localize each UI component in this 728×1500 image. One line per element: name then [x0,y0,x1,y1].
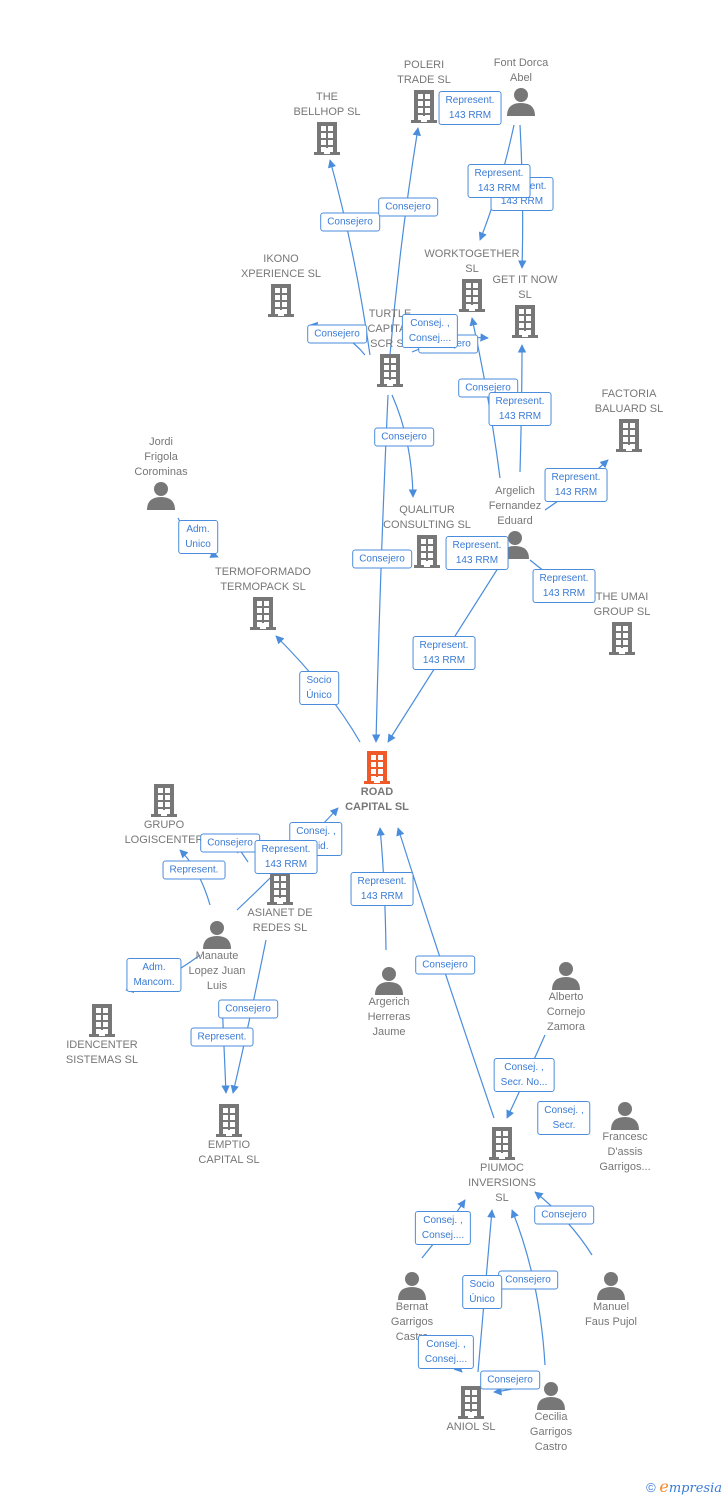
edge-label[interactable]: Represent. 143 RRM [254,840,318,874]
edge-label[interactable]: Consejero [218,999,278,1019]
node-label: PIUMOC INVERSIONS SL [468,1162,536,1204]
edge-label[interactable]: Consej. , Secr. No... [493,1058,555,1092]
node-label: Argerich Herreras Jaume [367,996,411,1038]
node-label: IDENCENTER SISTEMAS SL [65,1039,139,1066]
building-icon [262,120,392,156]
company-node-the[interactable]: THE BELLHOP SL [262,90,392,156]
node-label: FACTORIA BALUARD SL [594,388,664,415]
company-node-idencenter[interactable]: IDENCENTER SISTEMAS SL [37,1002,167,1068]
node-label: Jordi Frigola Corominas [134,436,188,478]
node-label: Font Dorca Abel [493,57,549,84]
node-label: GET IT NOW SL [492,274,558,301]
edge-label[interactable]: Consej. , Consej.... [401,314,459,348]
node-label: THE BELLHOP SL [293,91,361,118]
company-node-get-it-now[interactable]: GET IT NOW SL [460,273,590,339]
person-icon [347,1270,477,1300]
edge-label[interactable]: Consejero [378,197,438,217]
building-icon [557,620,687,656]
building-icon [564,417,694,453]
building-icon [215,870,345,906]
building-icon [460,303,590,339]
person-node-cecilia[interactable]: Cecilia Garrigos Castro [486,1380,616,1455]
node-label: QUALITUR CONSULTING SL [383,504,471,531]
brand-logo: empresia [659,1477,722,1496]
edge-label[interactable]: Consejero [534,1205,594,1225]
building-icon [198,595,328,631]
edge-label[interactable]: Represent. 143 RRM [438,91,502,125]
edge-label[interactable]: Consejero [498,1270,558,1290]
edge-label[interactable]: Consejero [352,549,412,569]
node-label: Francesc D'assis Garrigos... [599,1131,651,1173]
edge-label[interactable]: Represent. [162,860,226,880]
person-node-manuel[interactable]: Manuel Faus Pujol [546,1270,676,1330]
person-node-argerich[interactable]: Argerich Herreras Jaume [324,965,454,1040]
edge-label[interactable]: Socio Único [462,1275,502,1309]
node-label: ROAD CAPITAL SL [345,786,409,813]
person-icon [152,919,282,949]
edge-label[interactable]: Represent. 143 RRM [544,468,608,502]
edge-label[interactable]: Consejero [480,1370,540,1390]
person-icon [501,960,631,990]
node-label: TERMOFORMADO TERMOPACK SL [215,566,311,593]
edge-label[interactable]: Represent. 143 RRM [532,569,596,603]
edge-label[interactable]: Adm. Unico [178,520,218,554]
edge-label[interactable]: Represent. 143 RRM [445,536,509,570]
person-icon [96,480,226,510]
edge-label[interactable]: Consejero [415,955,475,975]
edge-label[interactable]: Represent. 143 RRM [467,164,531,198]
building-icon [312,749,442,785]
building-icon [37,1002,167,1038]
edge-label[interactable]: Consejero [320,212,380,232]
edge-label[interactable]: Consejero [307,324,367,344]
building-icon [325,352,455,388]
edge-label[interactable]: Represent. [190,1027,254,1047]
edge-label[interactable]: Consejero [200,833,260,853]
person-node-alberto[interactable]: Alberto Cornejo Zamora [501,960,631,1035]
company-node-piumoc[interactable]: PIUMOC INVERSIONS SL [437,1125,567,1206]
company-node-termoformado[interactable]: TERMOFORMADO TERMOPACK SL [198,565,328,631]
edge-label[interactable]: Consej. , Consej.... [414,1211,472,1245]
person-node-bernat[interactable]: Bernat Garrigos Castro [347,1270,477,1345]
node-label: IKONO XPERIENCE SL [240,253,322,280]
node-label: Manuel Faus Pujol [585,1301,637,1328]
person-node-jordi[interactable]: Jordi Frigola Corominas [96,435,226,510]
company-node-emptio[interactable]: EMPTIO CAPITAL SL [164,1102,294,1168]
edge-label[interactable]: Consej. , Secr. [537,1101,591,1135]
edge-label[interactable]: Represent. 143 RRM [412,636,476,670]
copyright-symbol: © [646,1480,656,1495]
node-label: EMPTIO CAPITAL SL [198,1139,260,1166]
company-node-road[interactable]: ROAD CAPITAL SL [312,749,442,815]
edge-label[interactable]: Consej. , Consej.... [417,1335,475,1369]
node-label: Alberto Cornejo Zamora [546,991,586,1033]
person-icon [546,1270,676,1300]
node-label: Cecilia Garrigos Castro [529,1411,573,1453]
edge-label[interactable]: Socio Único [299,671,339,705]
edge-label[interactable]: Represent. 143 RRM [350,872,414,906]
building-icon [99,782,229,818]
footer-brand: © empresia [646,1477,722,1496]
edge-label[interactable]: Represent. 143 RRM [488,392,552,426]
building-icon [164,1102,294,1138]
edge-label[interactable]: Adm. Mancom. [126,958,182,992]
edge-label[interactable]: Consejero [374,427,434,447]
company-node-factoria[interactable]: FACTORIA BALUARD SL [564,387,694,453]
